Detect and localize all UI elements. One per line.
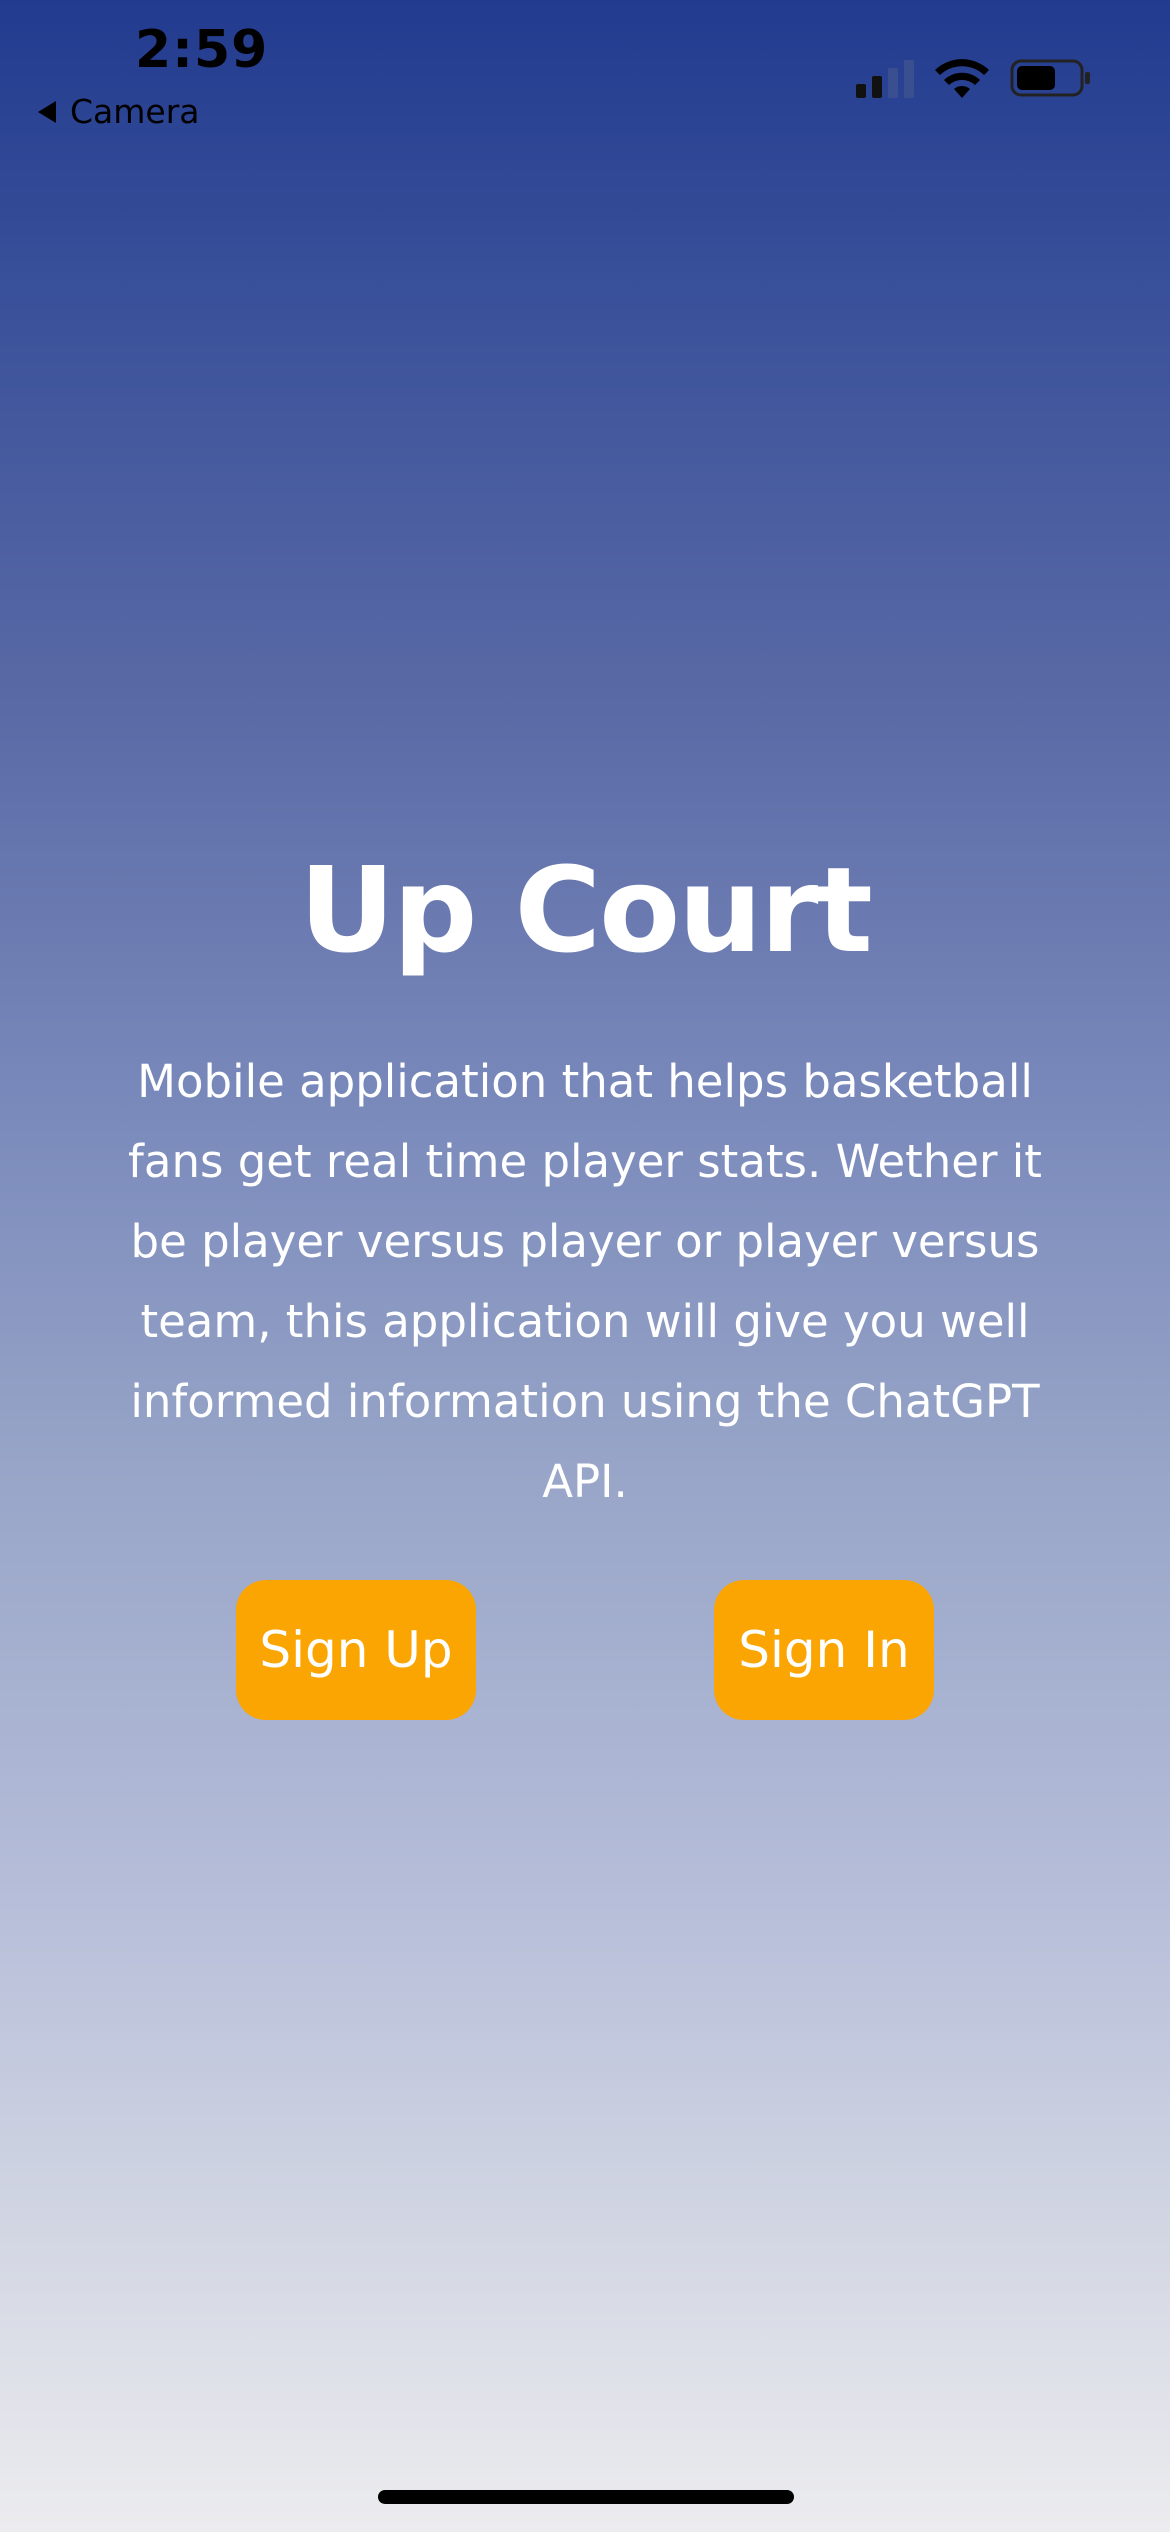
battery-icon [1010,59,1090,97]
welcome-hero: Up Court Mobile application that helps b… [0,840,1170,1522]
sign-in-button[interactable]: Sign In [714,1580,934,1720]
back-to-camera-link[interactable]: Camera [38,92,200,131]
wifi-icon [935,59,989,98]
home-indicator[interactable] [378,2490,794,2504]
status-bar: 2:59 Camera [0,0,1170,140]
back-link-label: Camera [70,92,200,131]
app-title: Up Court [299,841,873,979]
sign-up-button[interactable]: Sign Up [236,1580,476,1720]
back-arrow-icon [38,100,56,123]
cellular-signal-icon [856,60,914,98]
status-time: 2:59 [135,20,269,80]
app-description: Mobile application that helps basketball… [128,1055,1042,1508]
